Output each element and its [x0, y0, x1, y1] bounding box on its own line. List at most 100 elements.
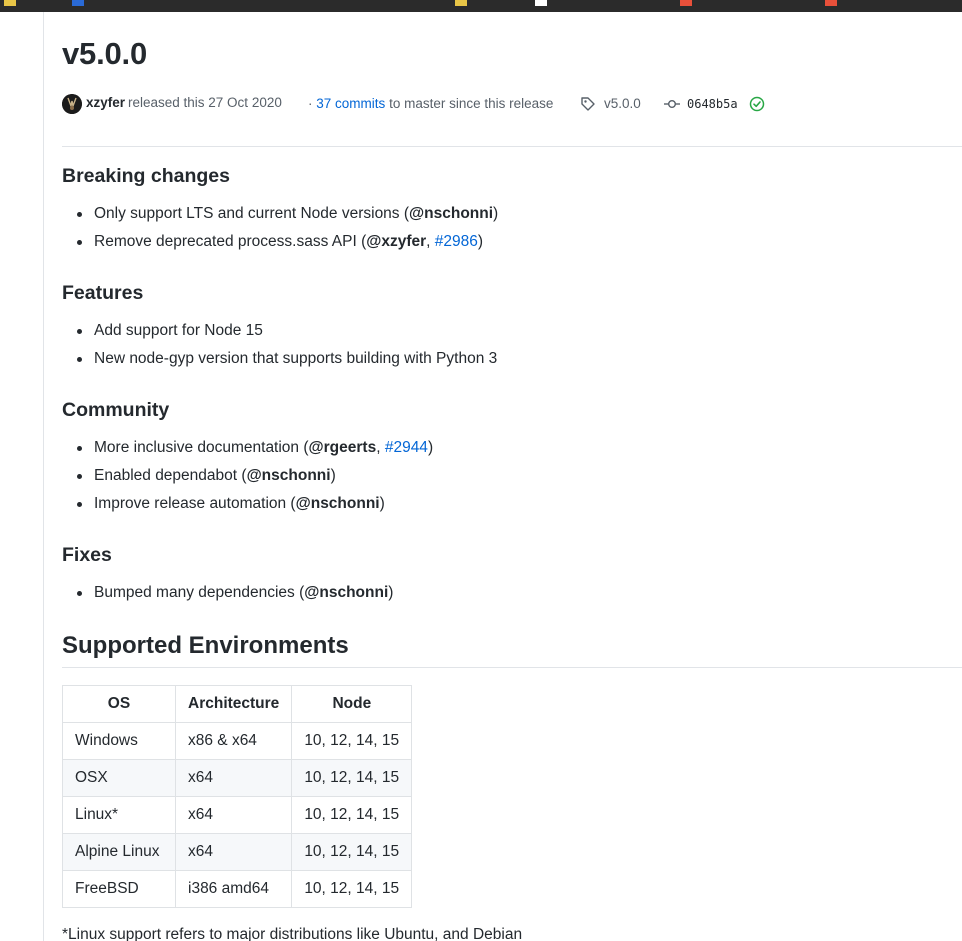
- breaking-changes-list: Only support LTS and current Node versio…: [74, 204, 498, 260]
- release-timeline-gutter: [0, 12, 44, 941]
- item-separator: ,: [426, 233, 435, 250]
- table-row: OSX x64 10, 12, 14, 15: [62, 759, 413, 797]
- item-text: Only support LTS and current Node versio…: [94, 205, 410, 222]
- table-header-row: OS Architecture Node: [62, 685, 413, 723]
- list-item: More inclusive documentation (@rgeerts, …: [74, 438, 433, 466]
- list-item: New node-gyp version that supports build…: [74, 349, 497, 377]
- item-text-close: ): [427, 439, 434, 456]
- user-mention[interactable]: @xzyfer: [366, 233, 426, 250]
- bookmark-icon[interactable]: [455, 0, 467, 6]
- linux-footnote: *Linux support refers to major distribut…: [62, 926, 523, 941]
- column-header-os: OS: [62, 685, 176, 723]
- bullet-icon: [77, 329, 82, 334]
- item-text: Remove deprecated process.sass API (: [94, 233, 367, 250]
- commits-info: · 37 commits to master since this releas…: [308, 96, 553, 111]
- item-separator: ,: [376, 439, 385, 456]
- release-meta: xzyfer released this 27 Oct 2020 · 37 co…: [62, 94, 962, 118]
- environments-table: OS Architecture Node Windows x86 & x64 1…: [62, 685, 413, 908]
- bullet-icon: [77, 446, 82, 451]
- list-item: Improve release automation (@nschonni): [74, 494, 433, 522]
- list-item: Enabled dependabot (@nschonni): [74, 466, 433, 494]
- table-cell: FreeBSD: [62, 870, 176, 908]
- table-cell: x86 & x64: [174, 722, 293, 760]
- table-row: Linux* x64 10, 12, 14, 15: [62, 796, 413, 834]
- tag-link[interactable]: v5.0.0: [604, 96, 641, 111]
- column-header-architecture: Architecture: [174, 685, 293, 723]
- user-mention[interactable]: @nschonni: [409, 205, 493, 222]
- table-cell: 10, 12, 14, 15: [291, 870, 413, 908]
- fixes-list: Bumped many dependencies (@nschonni): [74, 583, 393, 611]
- item-text: Enabled dependabot (: [94, 467, 247, 484]
- commits-link[interactable]: 37 commits: [316, 96, 385, 111]
- community-list: More inclusive documentation (@rgeerts, …: [74, 438, 433, 522]
- table-cell: 10, 12, 14, 15: [291, 796, 413, 834]
- git-commit-icon: [664, 100, 680, 108]
- bullet-icon: [77, 240, 82, 245]
- bullet-icon: [77, 591, 82, 596]
- bookmark-icon[interactable]: [72, 0, 84, 6]
- table-row: Windows x86 & x64 10, 12, 14, 15: [62, 722, 413, 760]
- bullet-icon: [77, 502, 82, 507]
- section-heading-fixes: Fixes: [62, 544, 112, 566]
- section-heading-community: Community: [62, 399, 170, 421]
- table-cell: OSX: [62, 759, 176, 797]
- bullet-icon: [77, 212, 82, 217]
- features-list: Add support for Node 15 New node-gyp ver…: [74, 321, 497, 377]
- table-cell: 10, 12, 14, 15: [291, 833, 413, 871]
- table-cell: Windows: [62, 722, 176, 760]
- item-text-close: ): [330, 467, 336, 484]
- list-item: Bumped many dependencies (@nschonni): [74, 583, 393, 611]
- table-cell: i386 amd64: [174, 870, 293, 908]
- commit-sha-link[interactable]: 0648b5a: [687, 97, 738, 111]
- list-item: Only support LTS and current Node versio…: [74, 204, 498, 232]
- table-cell: 10, 12, 14, 15: [291, 759, 413, 797]
- meta-divider: [62, 146, 962, 147]
- issue-link[interactable]: #2986: [435, 233, 478, 250]
- item-text-close: ): [477, 233, 484, 250]
- bullet-icon: [77, 357, 82, 362]
- released-date: released this 27 Oct 2020: [128, 95, 282, 110]
- table-cell: x64: [174, 833, 293, 871]
- user-mention[interactable]: @nschonni: [304, 584, 388, 601]
- item-text-close: ): [493, 205, 499, 222]
- list-item: Remove deprecated process.sass API (@xzy…: [74, 232, 498, 260]
- author-avatar[interactable]: [62, 94, 82, 114]
- item-text: Add support for Node 15: [94, 322, 263, 339]
- check-circle-icon[interactable]: [749, 96, 765, 112]
- issue-link[interactable]: #2944: [385, 439, 428, 456]
- avatar-image-icon: [62, 94, 82, 114]
- bookmark-icon[interactable]: [4, 0, 16, 6]
- table-cell: Alpine Linux: [62, 833, 176, 871]
- author-link[interactable]: xzyfer: [86, 95, 125, 110]
- user-mention[interactable]: @nschonni: [247, 467, 331, 484]
- item-text: New node-gyp version that supports build…: [94, 350, 498, 367]
- separator-dot: ·: [308, 96, 313, 111]
- tag-icon: [581, 97, 595, 111]
- bookmark-icon[interactable]: [680, 0, 692, 6]
- section-heading-breaking-changes: Breaking changes: [62, 165, 230, 187]
- section-heading-features: Features: [62, 282, 144, 304]
- table-row: Alpine Linux x64 10, 12, 14, 15: [62, 833, 413, 871]
- bookmark-icon[interactable]: [825, 0, 837, 6]
- table-cell: Linux*: [62, 796, 176, 834]
- item-text: Improve release automation (: [94, 495, 296, 512]
- table-cell: x64: [174, 759, 293, 797]
- bookmark-icon[interactable]: [535, 0, 547, 6]
- bullet-icon: [77, 474, 82, 479]
- column-header-node: Node: [291, 685, 413, 723]
- commits-suffix: to master since this release: [389, 96, 554, 111]
- table-cell: 10, 12, 14, 15: [291, 722, 413, 760]
- release-title[interactable]: v5.0.0: [62, 36, 147, 72]
- table-row: FreeBSD i386 amd64 10, 12, 14, 15: [62, 870, 413, 908]
- list-item: Add support for Node 15: [74, 321, 497, 349]
- item-text: Bumped many dependencies (: [94, 584, 305, 601]
- user-mention[interactable]: @nschonni: [296, 495, 380, 512]
- item-text-close: ): [379, 495, 385, 512]
- table-cell: x64: [174, 796, 293, 834]
- user-mention[interactable]: @rgeerts: [309, 439, 377, 456]
- item-text: More inclusive documentation (: [94, 439, 309, 456]
- section-heading-supported-environments: Supported Environments: [62, 632, 349, 659]
- browser-bookmarks-bar: [0, 0, 962, 12]
- item-text-close: ): [388, 584, 394, 601]
- heading-rule: [62, 667, 962, 668]
